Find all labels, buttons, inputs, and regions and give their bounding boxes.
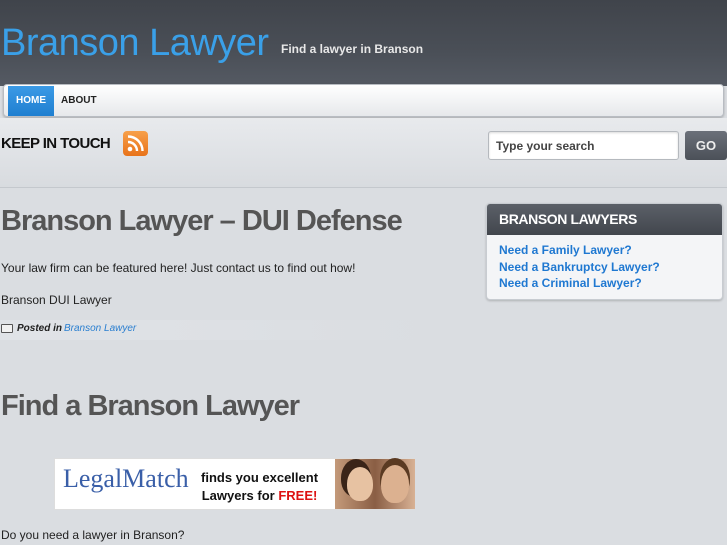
site-header: Branson Lawyer Find a lawyer in Branson	[0, 0, 727, 86]
search-go-button[interactable]: GO	[685, 131, 727, 160]
post-paragraph: Your law firm can be featured here! Just…	[1, 261, 356, 275]
post-title[interactable]: Branson Lawyer – DUI Defense	[1, 205, 403, 238]
sidebar-link-bankruptcy[interactable]: Need a Bankruptcy Lawyer?	[499, 260, 660, 274]
search-input[interactable]	[488, 131, 679, 160]
sidebar-link-criminal[interactable]: Need a Criminal Lawyer?	[499, 276, 642, 290]
site-description: Find a lawyer in Branson	[281, 42, 424, 56]
banner-line2-text: Lawyers for	[201, 488, 275, 503]
post-paragraph: Do you need a lawyer in Branson?	[1, 528, 185, 542]
legalmatch-banner[interactable]: LegalMatch finds you excellent Lawyers f…	[54, 458, 415, 510]
banner-line2: Lawyers for FREE!	[201, 487, 318, 505]
rss-icon[interactable]	[123, 131, 148, 156]
keep-in-touch-label: KEEP IN TOUCH	[1, 135, 111, 152]
woman-face	[347, 467, 373, 501]
branson-lawyers-widget: BRANSON LAWYERS Need a Family Lawyer? Ne…	[486, 203, 723, 300]
banner-tagline: finds you excellent Lawyers for FREE!	[201, 469, 318, 505]
site-title[interactable]: Branson Lawyer	[1, 22, 269, 65]
banner-line1: finds you excellent	[201, 470, 319, 485]
posted-in-label: Posted in	[17, 323, 63, 334]
nav-item-about[interactable]: ABOUT	[53, 86, 105, 116]
folder-icon	[1, 324, 13, 333]
man-face	[381, 465, 409, 503]
category-link[interactable]: Branson Lawyer	[64, 323, 136, 334]
post-paragraph: Branson DUI Lawyer	[1, 293, 112, 307]
banner-free-text: FREE!	[278, 488, 318, 503]
nav-item-home[interactable]: HOME	[8, 86, 54, 116]
legalmatch-logo: LegalMatch	[63, 464, 189, 493]
widget-title: BRANSON LAWYERS	[487, 204, 722, 235]
post-title[interactable]: Find a Branson Lawyer	[1, 390, 300, 423]
banner-people-image	[335, 459, 415, 509]
main-nav: HOME ABOUT	[3, 84, 724, 117]
sidebar-link-family[interactable]: Need a Family Lawyer?	[499, 243, 632, 257]
